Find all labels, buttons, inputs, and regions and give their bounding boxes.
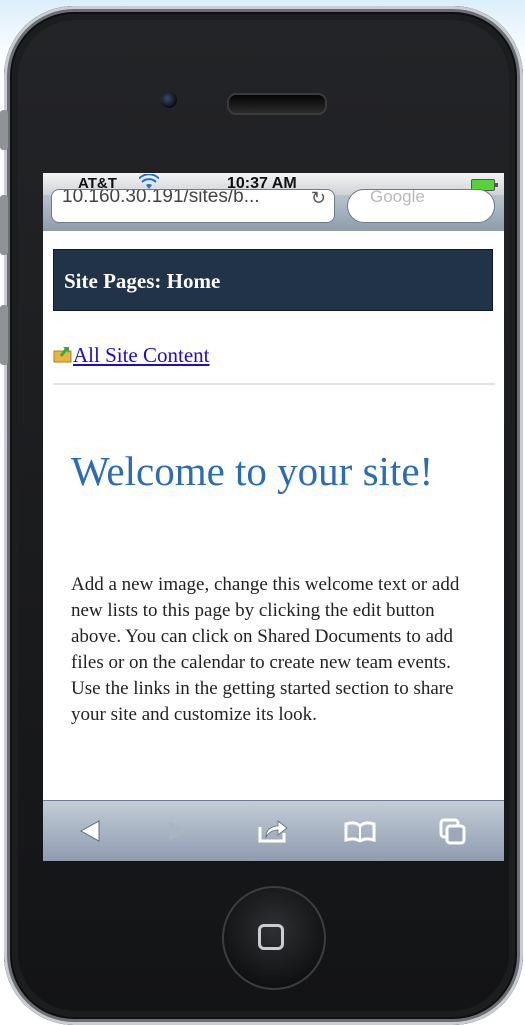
site-header: Site Pages: Home xyxy=(53,249,493,311)
nav-row: All Site Content xyxy=(53,343,210,368)
welcome-body-text: Add a new image, change this welcome tex… xyxy=(71,574,460,725)
divider xyxy=(53,383,495,385)
phone-screen: AT&T 10:37 AM 10.160.30.191/sites/b... ↻… xyxy=(43,173,504,861)
back-icon[interactable] xyxy=(73,815,107,847)
share-icon[interactable] xyxy=(256,815,290,847)
mute-switch xyxy=(0,110,8,150)
search-input[interactable]: Google xyxy=(347,187,495,223)
forward-icon[interactable] xyxy=(161,815,195,847)
volume-up-button xyxy=(0,195,8,255)
welcome-heading: Welcome to your site! xyxy=(71,448,434,494)
home-square-icon xyxy=(258,924,284,950)
browser-toolbar xyxy=(43,800,504,861)
reload-icon[interactable]: ↻ xyxy=(311,190,326,209)
front-camera xyxy=(161,92,177,108)
url-field[interactable]: 10.160.30.191/sites/b... ↻ xyxy=(51,189,335,223)
search-placeholder: Google xyxy=(370,187,425,206)
page-title: Site Pages: Home xyxy=(64,269,221,293)
browser-address-bar: 10.160.30.191/sites/b... ↻ Google xyxy=(43,187,504,231)
bookmarks-icon[interactable] xyxy=(343,815,377,847)
url-text: 10.160.30.191/sites/b... xyxy=(62,189,260,207)
earpiece-speaker xyxy=(227,93,327,115)
volume-down-button xyxy=(0,305,8,365)
all-site-content-link[interactable]: All Site Content xyxy=(73,343,210,367)
folder-up-icon[interactable] xyxy=(53,344,73,364)
tabs-icon[interactable] xyxy=(436,815,470,847)
